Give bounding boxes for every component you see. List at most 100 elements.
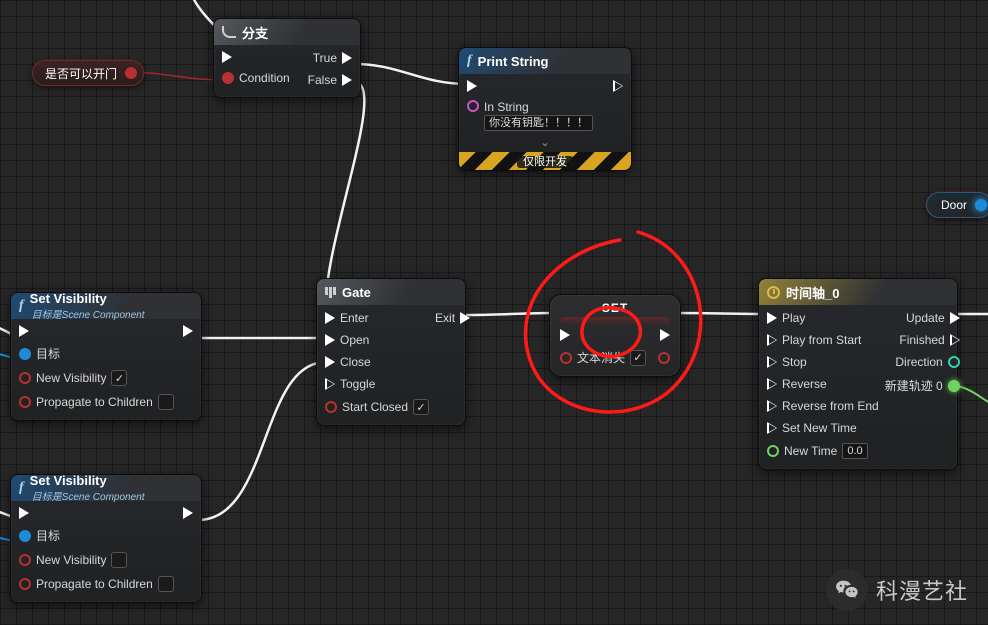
new-visibility-label: New Visibility — [36, 371, 106, 385]
node-title: Print String — [478, 54, 549, 69]
branch-icon — [222, 26, 236, 38]
bool-checkbox[interactable] — [630, 350, 646, 366]
branch-node[interactable]: 分支 Condition True False — [213, 18, 361, 98]
variable-node-can-open-door[interactable]: 是否可以开门 — [32, 60, 144, 86]
in-string-pin[interactable] — [467, 100, 479, 112]
node-header[interactable]: 时间轴_0 — [759, 279, 957, 305]
timeline-node[interactable]: 时间轴_0 Play Play from Start Stop Reverse … — [758, 278, 958, 470]
exec-in-pin[interactable] — [560, 329, 570, 341]
stop-pin[interactable] — [767, 356, 777, 368]
new-visibility-checkbox[interactable] — [111, 552, 127, 568]
enter-pin[interactable] — [325, 312, 335, 324]
function-icon: f — [467, 53, 472, 69]
object-output-pin[interactable] — [975, 199, 987, 211]
reverse-pin[interactable] — [767, 378, 777, 390]
variable-label: 文本消失 — [577, 349, 625, 366]
propagate-pin[interactable] — [19, 578, 31, 590]
new-visibility-checkbox[interactable] — [111, 370, 127, 386]
open-label: Open — [340, 333, 369, 347]
new-visibility-pin[interactable] — [19, 554, 31, 566]
false-exec-pin[interactable] — [342, 74, 352, 86]
node-header[interactable]: Gate — [317, 279, 465, 305]
close-pin[interactable] — [325, 356, 335, 368]
reverse-from-end-pin[interactable] — [767, 400, 777, 412]
watermark-text: 科漫艺社 — [876, 574, 968, 606]
exec-in-pin[interactable] — [467, 80, 477, 92]
function-icon: f — [19, 480, 24, 496]
print-string-node[interactable]: f Print String In String 你没有钥匙！！！！ ⌄ 仅限开… — [458, 47, 632, 171]
node-subtitle: 目标是Scene Component — [32, 492, 145, 503]
expand-arrow-icon[interactable]: ⌄ — [459, 136, 631, 149]
exec-in-pin[interactable] — [222, 51, 232, 63]
in-string-label: In String — [484, 100, 593, 114]
node-header[interactable]: 分支 — [214, 19, 360, 45]
node-title: 分支 — [242, 23, 268, 42]
node-header[interactable]: f Set Visibility目标是Scene Component — [11, 293, 201, 319]
set-visibility-node-b[interactable]: f Set Visibility目标是Scene Component 目标 Ne… — [10, 474, 202, 603]
exit-pin[interactable] — [460, 312, 470, 324]
stop-label: Stop — [782, 355, 807, 369]
new-visibility-pin[interactable] — [19, 372, 31, 384]
open-pin[interactable] — [325, 334, 335, 346]
exec-out-pin[interactable] — [613, 80, 623, 92]
condition-pin[interactable] — [222, 72, 234, 84]
play-pin[interactable] — [767, 312, 777, 324]
node-header[interactable]: f Print String — [459, 48, 631, 74]
variable-node-door[interactable]: Door — [926, 192, 988, 218]
start-closed-pin[interactable] — [325, 401, 337, 413]
condition-label: Condition — [239, 71, 290, 85]
node-title: Gate — [342, 285, 371, 300]
node-header[interactable]: f Set Visibility目标是Scene Component — [11, 475, 201, 501]
new-visibility-label: New Visibility — [36, 553, 106, 567]
finished-pin[interactable] — [950, 334, 960, 346]
set-visibility-node-a[interactable]: f Set Visibility目标是Scene Component 目标 Ne… — [10, 292, 202, 421]
play-label: Play — [782, 311, 805, 325]
node-title: Set Visibility — [30, 291, 107, 306]
gate-node[interactable]: Gate Enter Open Close Toggle Start Close… — [316, 278, 466, 426]
propagate-pin[interactable] — [19, 396, 31, 408]
start-closed-label: Start Closed — [342, 400, 408, 414]
new-time-input[interactable]: 0.0 — [842, 443, 867, 459]
play-from-start-pin[interactable] — [767, 334, 777, 346]
wechat-icon — [826, 569, 868, 611]
bool-in-pin[interactable] — [560, 352, 572, 364]
start-closed-checkbox[interactable] — [413, 399, 429, 415]
set-new-time-label: Set New Time — [782, 421, 857, 435]
exec-in-pin[interactable] — [19, 507, 29, 519]
enter-label: Enter — [340, 311, 369, 325]
target-pin[interactable] — [19, 348, 31, 360]
variable-label: Door — [941, 198, 967, 212]
exec-in-pin[interactable] — [19, 325, 29, 337]
target-label: 目标 — [36, 345, 60, 362]
propagate-checkbox[interactable] — [158, 576, 174, 592]
exec-out-pin[interactable] — [183, 325, 193, 337]
new-track-pin[interactable] — [948, 380, 960, 392]
toggle-pin[interactable] — [325, 378, 335, 390]
set-title: SET — [560, 301, 670, 325]
set-variable-node[interactable]: SET 文本消失 — [549, 294, 681, 377]
true-exec-pin[interactable] — [342, 52, 352, 64]
close-label: Close — [340, 355, 371, 369]
in-string-input[interactable]: 你没有钥匙！！！！ — [484, 115, 593, 131]
dev-only-banner: 仅限开发 — [459, 152, 631, 170]
new-time-pin[interactable] — [767, 445, 779, 457]
toggle-label: Toggle — [340, 377, 375, 391]
reverse-from-end-label: Reverse from End — [782, 399, 879, 413]
node-subtitle: 目标是Scene Component — [32, 310, 145, 321]
propagate-label: Propagate to Children — [36, 395, 153, 409]
bool-out-pin[interactable] — [658, 352, 670, 364]
bool-output-pin[interactable] — [125, 67, 137, 79]
direction-label: Direction — [895, 355, 942, 369]
exit-label: Exit — [435, 311, 455, 325]
propagate-checkbox[interactable] — [158, 394, 174, 410]
timeline-icon — [767, 286, 780, 299]
variable-label: 是否可以开门 — [45, 65, 117, 82]
target-pin[interactable] — [19, 530, 31, 542]
node-title: 时间轴_0 — [786, 283, 839, 302]
update-label: Update — [906, 311, 945, 325]
set-new-time-pin[interactable] — [767, 422, 777, 434]
exec-out-pin[interactable] — [660, 329, 670, 341]
direction-pin[interactable] — [948, 356, 960, 368]
exec-out-pin[interactable] — [183, 507, 193, 519]
update-pin[interactable] — [950, 312, 960, 324]
